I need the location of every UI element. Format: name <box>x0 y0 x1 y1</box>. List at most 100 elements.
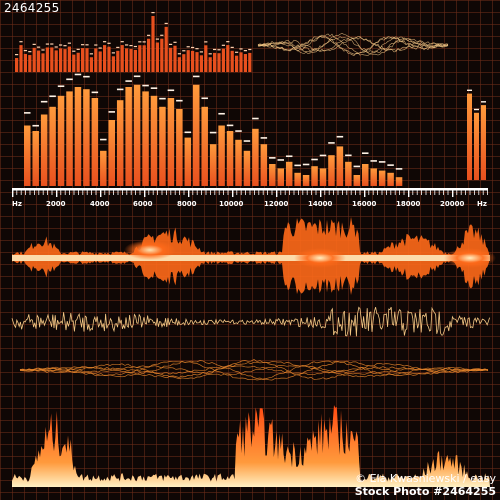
mini-spectrum-bar <box>226 45 230 72</box>
spectrum-bar <box>285 161 293 186</box>
spectrum-peak-marker <box>226 124 234 127</box>
mini-spectrum-bar <box>72 54 76 72</box>
spectrum-peak-marker <box>378 161 386 163</box>
axis-tick <box>394 190 396 195</box>
spectrum-bar <box>184 137 192 186</box>
spectrum-bar <box>32 131 39 186</box>
axis-tick <box>315 190 317 195</box>
mini-spectrum-bar <box>15 57 19 72</box>
mini-spectrum-bar <box>199 55 203 72</box>
axis-tick <box>201 190 202 195</box>
axis-tick <box>157 190 158 195</box>
spectrum-peak-marker <box>167 89 175 92</box>
tangled-wave-line <box>257 33 449 56</box>
spectrum-peak-marker <box>277 159 284 161</box>
tick-label: 6000 <box>133 200 153 208</box>
spectrum-bar <box>345 161 352 186</box>
spectrum-peak-marker <box>345 154 352 157</box>
axis-tick <box>465 190 466 195</box>
mini-spectrum-bar <box>230 50 234 72</box>
axis-tick <box>78 190 79 195</box>
axis-tick <box>60 190 62 195</box>
axis-tick <box>320 189 322 197</box>
mini-spectrum-bar <box>120 45 124 72</box>
spectrum-bar <box>40 114 48 186</box>
axis-tick <box>452 189 454 197</box>
spectrum-bar <box>387 172 394 186</box>
mini-spectrum-peak <box>37 46 41 48</box>
axis-tick <box>447 190 449 195</box>
axis-tick <box>337 190 339 195</box>
mini-spectrum-peak <box>243 50 247 52</box>
axis-tick <box>399 190 400 195</box>
mini-spectrum-bar <box>204 45 208 72</box>
mini-spectrum-bar <box>221 48 225 72</box>
tick-label: 2000 <box>46 200 66 208</box>
mini-spectrum-peak <box>155 38 159 40</box>
vu-meter-bar <box>474 112 479 180</box>
mini-spectrum-peak <box>89 53 93 55</box>
spectrum-bar <box>176 109 183 186</box>
spectrum-peak-marker <box>336 135 344 138</box>
audio-waveform-canvas: 2464255 Hz Hz 2000 4000 6000 8000 10000 … <box>0 0 500 500</box>
axis-tick <box>179 190 180 195</box>
tick-label: 20000 <box>440 200 465 208</box>
mini-spectrum-peak <box>85 44 89 46</box>
axis-tick <box>240 190 242 195</box>
mini-spectrum-bar <box>248 52 252 72</box>
axis-tick <box>267 190 268 195</box>
vu-meter-bar <box>481 105 486 180</box>
mini-spectrum-peak <box>235 51 239 53</box>
spectrum-bar <box>150 95 158 186</box>
mini-spectrum-peak <box>208 53 212 55</box>
mini-spectrum-peak <box>103 41 107 43</box>
axis-tick <box>232 189 234 197</box>
spectrum-peak-marker <box>150 87 158 89</box>
spectrum-bar <box>218 125 225 186</box>
spectrum-peak-marker <box>328 142 335 144</box>
spectrum-peak-marker <box>235 130 242 132</box>
spectrum-peak-marker <box>108 111 115 113</box>
axis-tick <box>346 190 348 195</box>
spectrum-peak-marker <box>218 112 225 115</box>
axis-tick <box>311 190 312 195</box>
axis-tick <box>456 190 458 195</box>
mini-spectrum-bar <box>28 55 32 72</box>
mini-spectrum-peak <box>19 41 23 43</box>
mini-spectrum-bar <box>98 51 102 72</box>
axis-tick <box>42 190 44 195</box>
mini-spectrum-peak <box>213 48 217 51</box>
mini-spectrum-peak <box>116 46 120 49</box>
axis-tick <box>276 189 278 197</box>
axis-tick <box>170 190 172 195</box>
axis-tick <box>284 190 286 195</box>
tick-label: 8000 <box>177 200 197 208</box>
mini-spectrum-peak <box>177 53 181 55</box>
spectrum-bar <box>83 89 90 186</box>
mini-spectrum-peak <box>50 43 54 45</box>
mini-spectrum-bar <box>213 52 217 72</box>
mini-spectrum-bar <box>138 45 142 72</box>
glow-waveform-core <box>12 255 490 261</box>
glow-highlight <box>444 248 496 268</box>
mini-spectrum-peak <box>81 44 85 46</box>
axis-tick <box>47 190 48 195</box>
axis-tick <box>324 190 326 195</box>
spectrum-bar <box>260 144 268 186</box>
spectrum-peak-marker <box>133 75 141 78</box>
axis-tick <box>29 190 31 195</box>
mini-spectrum-peak <box>138 41 142 43</box>
mini-spectrum-peak <box>120 41 124 43</box>
axis-tick <box>271 190 273 195</box>
mini-spectrum-bar <box>217 53 221 72</box>
mini-spectrum-peak <box>221 44 225 46</box>
axis-tick <box>64 190 66 195</box>
tick-label: 12000 <box>264 200 289 208</box>
mini-spectrum-peak <box>45 43 49 45</box>
axis-tick <box>412 190 414 195</box>
spectrum-peak-marker <box>159 97 166 100</box>
spectrum-bar <box>362 164 369 186</box>
mini-spectrum-peak <box>54 46 58 48</box>
spectrum-bar <box>353 175 361 186</box>
axis-tick <box>210 190 211 195</box>
